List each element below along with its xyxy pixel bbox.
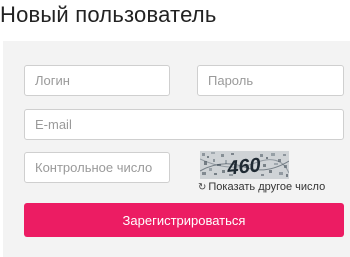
captcha-input[interactable] xyxy=(24,152,170,183)
email-input[interactable] xyxy=(24,109,344,140)
password-input[interactable] xyxy=(197,65,344,96)
captcha-text: 460 xyxy=(225,154,261,179)
login-input[interactable] xyxy=(24,65,170,96)
refresh-icon: ↻ xyxy=(198,182,207,193)
register-button[interactable]: Зарегистрироваться xyxy=(24,203,344,237)
refresh-captcha-label: Показать другое число xyxy=(208,181,326,193)
registration-page: Новый пользователь Логин E-mail Контроль… xyxy=(0,0,350,257)
page-title: Новый пользователь xyxy=(0,2,217,27)
captcha-image: 460 xyxy=(200,151,289,179)
registration-form: 460 ↻Показать другое число Зарегистриров… xyxy=(3,41,350,257)
refresh-captcha-link[interactable]: ↻ Показать другое число xyxy=(198,180,325,194)
